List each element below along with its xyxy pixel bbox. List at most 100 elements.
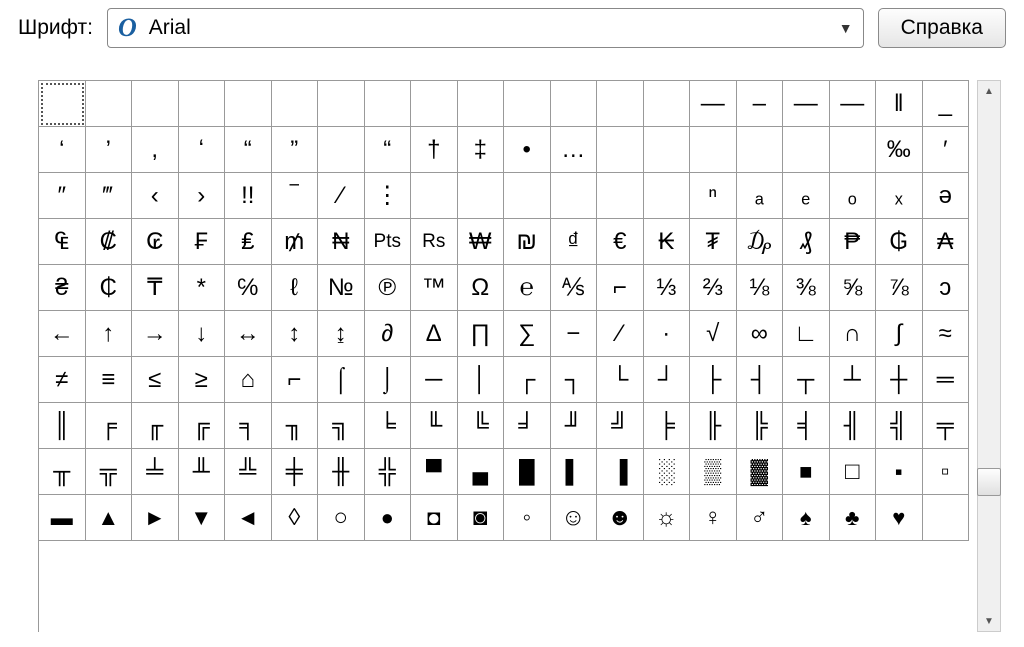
char-cell[interactable]: № [318, 265, 365, 311]
char-cell[interactable]: − [551, 311, 598, 357]
char-cell[interactable]: ┐ [551, 357, 598, 403]
char-cell[interactable]: , [132, 127, 179, 173]
char-cell[interactable]: — [830, 81, 877, 127]
char-cell[interactable]: † [411, 127, 458, 173]
char-cell[interactable] [86, 81, 133, 127]
char-cell[interactable]: ╛ [504, 403, 551, 449]
char-cell[interactable] [551, 81, 598, 127]
char-cell[interactable]: ’ [86, 127, 133, 173]
char-cell[interactable]: ♥ [876, 495, 923, 541]
char-cell[interactable] [225, 81, 272, 127]
scroll-thumb[interactable] [977, 468, 1001, 496]
char-cell[interactable]: ₒ [830, 173, 877, 219]
char-cell[interactable]: ∙ [644, 311, 691, 357]
char-cell[interactable]: ₢ [132, 219, 179, 265]
char-cell[interactable]: Rs [411, 219, 458, 265]
char-cell[interactable]: … [551, 127, 598, 173]
char-cell[interactable] [272, 81, 319, 127]
char-cell[interactable]: ╢ [830, 403, 877, 449]
char-cell[interactable]: ‾ [272, 173, 319, 219]
char-cell[interactable]: √ [690, 311, 737, 357]
char-cell[interactable]: ⌠ [318, 357, 365, 403]
char-cell[interactable] [597, 127, 644, 173]
char-cell[interactable]: ℓ [272, 265, 319, 311]
char-cell[interactable]: ⅜ [783, 265, 830, 311]
char-cell[interactable]: ∞ [737, 311, 784, 357]
char-cell[interactable]: ╖ [272, 403, 319, 449]
char-cell[interactable]: ╥ [39, 449, 86, 495]
char-cell[interactable] [411, 173, 458, 219]
char-cell[interactable] [458, 81, 505, 127]
char-cell[interactable]: ↄ [923, 265, 970, 311]
char-cell[interactable]: ▼ [179, 495, 226, 541]
char-cell[interactable]: ┼ [876, 357, 923, 403]
char-cell[interactable]: □ [830, 449, 877, 495]
char-cell[interactable] [644, 81, 691, 127]
char-cell[interactable]: ∆ [411, 311, 458, 357]
char-cell[interactable]: ₐ [737, 173, 784, 219]
char-cell[interactable]: ◦ [504, 495, 551, 541]
char-cell[interactable]: ⅛ [737, 265, 784, 311]
char-cell[interactable]: ‴ [86, 173, 133, 219]
char-cell[interactable]: ║ [39, 403, 86, 449]
char-cell[interactable]: ₠ [39, 219, 86, 265]
char-cell[interactable]: ↕ [272, 311, 319, 357]
char-cell[interactable]: ⌂ [225, 357, 272, 403]
char-cell[interactable]: ₱ [830, 219, 877, 265]
char-cell[interactable]: ▒ [690, 449, 737, 495]
char-cell[interactable] [783, 127, 830, 173]
char-cell[interactable]: ≠ [39, 357, 86, 403]
char-cell[interactable]: ” [272, 127, 319, 173]
char-cell[interactable]: ⁄ [318, 173, 365, 219]
char-cell[interactable]: ▄ [458, 449, 505, 495]
char-cell[interactable]: ℅ [225, 265, 272, 311]
char-cell[interactable]: ₵ [86, 265, 133, 311]
char-cell[interactable]: ╕ [225, 403, 272, 449]
char-cell[interactable]: Ω [458, 265, 505, 311]
char-cell[interactable]: ₳ [923, 219, 970, 265]
char-cell[interactable]: ◊ [272, 495, 319, 541]
char-cell[interactable] [179, 81, 226, 127]
char-cell[interactable]: ⅍ [551, 265, 598, 311]
char-cell[interactable]: ┘ [644, 357, 691, 403]
char-cell[interactable]: ⅔ [690, 265, 737, 311]
char-cell[interactable]: ₑ [783, 173, 830, 219]
char-cell[interactable]: ╩ [225, 449, 272, 495]
char-cell[interactable]: ∏ [458, 311, 505, 357]
char-cell[interactable]: ● [365, 495, 412, 541]
char-cell[interactable]: ⁿ [690, 173, 737, 219]
char-cell[interactable]: ₸ [132, 265, 179, 311]
scroll-down-icon[interactable]: ▼ [978, 611, 1000, 631]
char-cell[interactable]: ♀ [690, 495, 737, 541]
char-cell[interactable]: ⅓ [644, 265, 691, 311]
char-cell[interactable]: █ [504, 449, 551, 495]
char-cell[interactable]: → [132, 311, 179, 357]
char-cell[interactable]: ╝ [597, 403, 644, 449]
char-cell[interactable]: ₣ [179, 219, 226, 265]
char-cell[interactable]: ☺ [551, 495, 598, 541]
char-cell[interactable]: ╙ [411, 403, 458, 449]
char-cell[interactable] [318, 127, 365, 173]
char-cell[interactable]: ╬ [365, 449, 412, 495]
char-cell[interactable] [737, 127, 784, 173]
char-cell[interactable]: ℮ [504, 265, 551, 311]
char-cell[interactable] [318, 81, 365, 127]
char-cell[interactable]: ₤ [225, 219, 272, 265]
char-cell[interactable]: ₴ [39, 265, 86, 311]
char-cell[interactable]: ╧ [132, 449, 179, 495]
char-cell[interactable]: ₓ [876, 173, 923, 219]
char-cell[interactable]: ‡ [458, 127, 505, 173]
char-cell[interactable]: ▪ [876, 449, 923, 495]
char-cell[interactable]: ‖ [876, 81, 923, 127]
char-cell[interactable]: ⅝ [830, 265, 877, 311]
char-cell[interactable] [504, 81, 551, 127]
char-cell[interactable] [504, 173, 551, 219]
char-cell[interactable]: ₩ [458, 219, 505, 265]
char-cell[interactable]: ₦ [318, 219, 365, 265]
char-cell[interactable]: ∫ [876, 311, 923, 357]
char-cell[interactable]: ╪ [272, 449, 319, 495]
char-cell[interactable]: ≤ [132, 357, 179, 403]
char-cell[interactable]: ≥ [179, 357, 226, 403]
char-cell[interactable] [830, 127, 877, 173]
char-cell[interactable]: ┌ [504, 357, 551, 403]
